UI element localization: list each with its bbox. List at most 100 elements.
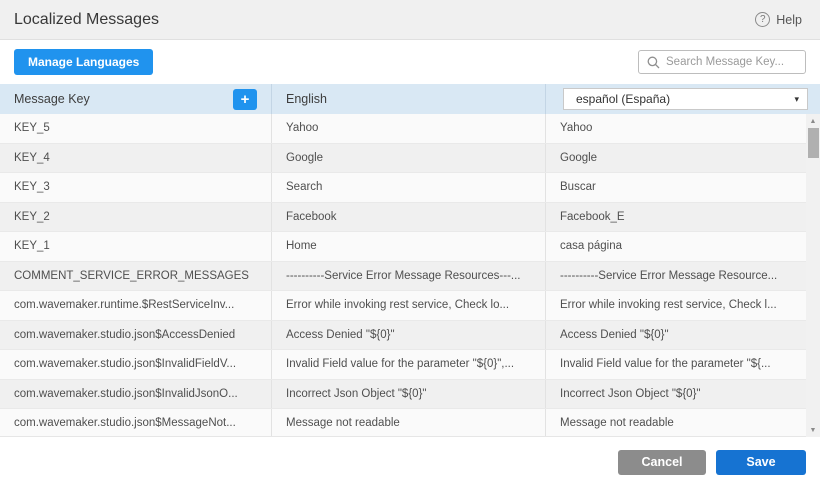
table-row[interactable]: KEY_2 Facebook Facebook_E: [0, 203, 820, 233]
cell-translation-text: Google: [560, 152, 597, 164]
scroll-up-button[interactable]: ▲: [806, 114, 820, 128]
cell-translation[interactable]: Facebook_E: [546, 203, 820, 232]
cell-english-text: ----------Service Error Message Resource…: [286, 270, 521, 282]
scrollbar-thumb[interactable]: [808, 128, 819, 158]
language-selected-value: español (España): [576, 92, 670, 106]
cell-english[interactable]: Access Denied "${0}": [272, 321, 546, 350]
table-row[interactable]: com.wavemaker.runtime.$RestServiceInv...…: [0, 291, 820, 321]
cell-english[interactable]: Home: [272, 232, 546, 261]
cell-message-key-text: KEY_2: [14, 211, 50, 223]
cell-message-key-text: com.wavemaker.studio.json$InvalidJsonO..…: [14, 388, 238, 400]
english-header-label: English: [286, 92, 327, 106]
table-row[interactable]: com.wavemaker.studio.json$AccessDenied Ac…: [0, 321, 820, 351]
cell-message-key-text: com.wavemaker.studio.json$AccessDenied: [14, 329, 235, 341]
language-select[interactable]: español (España) ▾: [563, 88, 808, 110]
search-box[interactable]: [638, 50, 806, 74]
cell-message-key-text: com.wavemaker.runtime.$RestServiceInv...: [14, 299, 234, 311]
cell-english[interactable]: Search: [272, 173, 546, 202]
cell-english-text: Home: [286, 240, 317, 252]
cell-translation[interactable]: Yahoo: [546, 114, 820, 143]
cell-english[interactable]: Error while invoking rest service, Check…: [272, 291, 546, 320]
cell-english-text: Facebook: [286, 211, 337, 223]
cell-english[interactable]: Invalid Field value for the parameter "$…: [272, 350, 546, 379]
cell-message-key-text: KEY_5: [14, 122, 50, 134]
cell-english[interactable]: ----------Service Error Message Resource…: [272, 262, 546, 291]
cell-message-key[interactable]: com.wavemaker.studio.json$MessageNot...: [0, 409, 272, 437]
cell-english-text: Error while invoking rest service, Check…: [286, 299, 509, 311]
grid-header: Message Key + English español (España) ▾: [0, 84, 820, 114]
cell-english-text: Message not readable: [286, 417, 400, 429]
table-row[interactable]: KEY_3 Search Buscar: [0, 173, 820, 203]
cell-english[interactable]: Incorrect Json Object "${0}": [272, 380, 546, 409]
cell-message-key[interactable]: KEY_3: [0, 173, 272, 202]
cell-message-key-text: com.wavemaker.studio.json$InvalidFieldV.…: [14, 358, 236, 370]
cell-translation-text: Message not readable: [560, 417, 674, 429]
cell-message-key[interactable]: com.wavemaker.studio.json$InvalidFieldV.…: [0, 350, 272, 379]
cell-translation[interactable]: ----------Service Error Message Resource…: [546, 262, 820, 291]
cancel-button[interactable]: Cancel: [618, 450, 706, 475]
toolbar: Manage Languages: [0, 40, 820, 84]
cell-translation-text: Invalid Field value for the parameter "$…: [560, 358, 771, 370]
cell-translation-text: Facebook_E: [560, 211, 625, 223]
dialog-titlebar: Localized Messages ? Help: [0, 0, 820, 40]
column-header-language: español (España) ▾: [546, 84, 820, 114]
cell-translation-text: Error while invoking rest service, Check…: [560, 299, 777, 311]
search-icon: [647, 56, 660, 69]
cell-translation-text: Buscar: [560, 181, 596, 193]
table-row[interactable]: com.wavemaker.studio.json$InvalidFieldV.…: [0, 350, 820, 380]
cell-message-key[interactable]: com.wavemaker.studio.json$AccessDenied: [0, 321, 272, 350]
cell-translation[interactable]: Invalid Field value for the parameter "$…: [546, 350, 820, 379]
help-link[interactable]: ? Help: [755, 12, 802, 27]
cell-message-key[interactable]: com.wavemaker.studio.json$InvalidJsonO..…: [0, 380, 272, 409]
cell-message-key[interactable]: KEY_5: [0, 114, 272, 143]
cell-translation-text: Yahoo: [560, 122, 592, 134]
cell-english-text: Incorrect Json Object "${0}": [286, 388, 427, 400]
cell-english-text: Google: [286, 152, 323, 164]
cell-translation[interactable]: Message not readable: [546, 409, 820, 437]
dialog-footer: Cancel Save: [0, 437, 820, 487]
table-row[interactable]: KEY_1 Home casa página: [0, 232, 820, 262]
localized-messages-dialog: Localized Messages ? Help Manage Languag…: [0, 0, 820, 487]
column-header-english: English: [272, 84, 546, 114]
cell-message-key[interactable]: KEY_2: [0, 203, 272, 232]
table-row[interactable]: COMMENT_SERVICE_ERROR_MESSAGES ----------…: [0, 262, 820, 292]
manage-languages-button[interactable]: Manage Languages: [14, 49, 153, 75]
search-input[interactable]: [666, 56, 797, 68]
table-row[interactable]: com.wavemaker.studio.json$MessageNot... M…: [0, 409, 820, 437]
cell-translation[interactable]: Buscar: [546, 173, 820, 202]
cell-translation[interactable]: Access Denied "${0}": [546, 321, 820, 350]
messages-grid: Message Key + English español (España) ▾…: [0, 84, 820, 437]
cell-translation-text: ----------Service Error Message Resource…: [560, 270, 777, 282]
cell-translation[interactable]: casa página: [546, 232, 820, 261]
cell-message-key-text: KEY_4: [14, 152, 50, 164]
cell-translation-text: casa página: [560, 240, 622, 252]
cell-english-text: Yahoo: [286, 122, 318, 134]
cell-english[interactable]: Yahoo: [272, 114, 546, 143]
vertical-scrollbar[interactable]: ▲ ▼: [806, 114, 820, 437]
cell-english[interactable]: Facebook: [272, 203, 546, 232]
table-row[interactable]: KEY_5 Yahoo Yahoo: [0, 114, 820, 144]
cell-message-key-text: KEY_1: [14, 240, 50, 252]
cell-english[interactable]: Message not readable: [272, 409, 546, 437]
table-row[interactable]: KEY_4 Google Google: [0, 144, 820, 174]
cell-message-key[interactable]: KEY_4: [0, 144, 272, 173]
scroll-down-button[interactable]: ▼: [806, 423, 820, 437]
cell-message-key-text: KEY_3: [14, 181, 50, 193]
cell-translation[interactable]: Error while invoking rest service, Check…: [546, 291, 820, 320]
add-message-key-button[interactable]: +: [233, 89, 257, 110]
cell-translation[interactable]: Google: [546, 144, 820, 173]
save-button[interactable]: Save: [716, 450, 806, 475]
cell-translation[interactable]: Incorrect Json Object "${0}": [546, 380, 820, 409]
cell-translation-text: Access Denied "${0}": [560, 329, 669, 341]
table-row[interactable]: com.wavemaker.studio.json$InvalidJsonO..…: [0, 380, 820, 410]
cell-message-key-text: COMMENT_SERVICE_ERROR_MESSAGES: [14, 270, 249, 282]
cell-message-key-text: com.wavemaker.studio.json$MessageNot...: [14, 417, 236, 429]
cell-translation-text: Incorrect Json Object "${0}": [560, 388, 701, 400]
help-icon: ?: [755, 12, 770, 27]
cell-message-key[interactable]: KEY_1: [0, 232, 272, 261]
cell-message-key[interactable]: COMMENT_SERVICE_ERROR_MESSAGES: [0, 262, 272, 291]
cell-english-text: Access Denied "${0}": [286, 329, 395, 341]
cell-message-key[interactable]: com.wavemaker.runtime.$RestServiceInv...: [0, 291, 272, 320]
caret-down-icon: ▾: [794, 94, 799, 105]
cell-english[interactable]: Google: [272, 144, 546, 173]
